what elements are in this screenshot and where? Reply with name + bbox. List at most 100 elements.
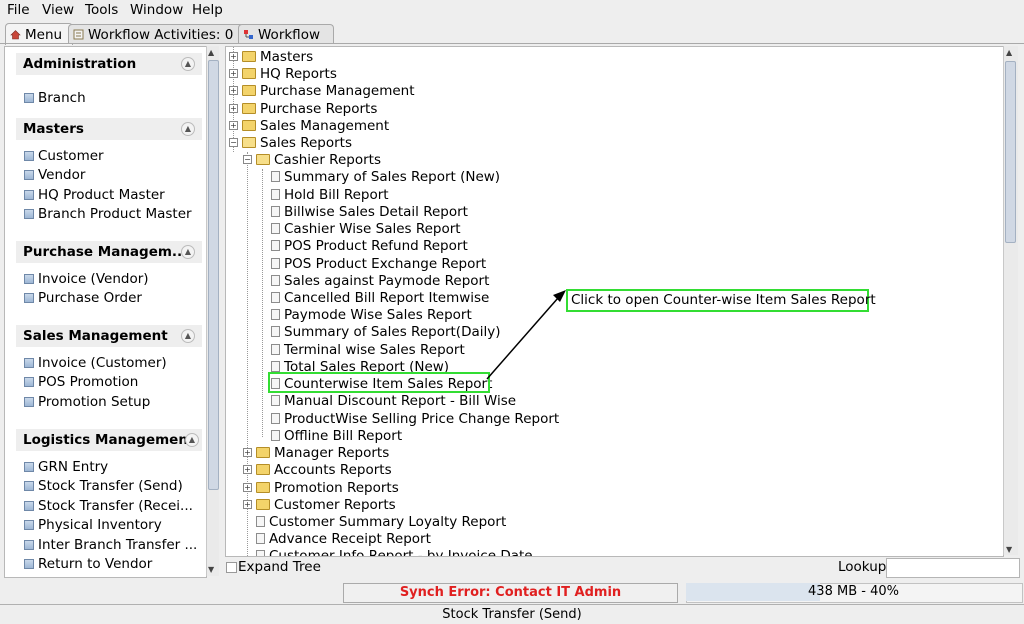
scroll-up-arrow-icon[interactable]: ▲ (208, 48, 214, 57)
expand-icon[interactable]: + (243, 448, 252, 457)
sidebar-scrollbar-thumb[interactable] (208, 60, 219, 490)
folder-icon (242, 103, 256, 114)
sidebar-item-label: Invoice (Customer) (38, 355, 167, 371)
expand-icon[interactable]: + (229, 121, 238, 130)
sidebar-item-purchase-order[interactable]: Purchase Order (24, 290, 142, 306)
menu-help[interactable]: Help (192, 2, 223, 18)
sidebar-item-physical-inventory[interactable]: Physical Inventory (24, 517, 162, 533)
tree-item-hold-bill-report[interactable]: Hold Bill Report (271, 186, 389, 203)
document-icon (24, 481, 34, 491)
sidebar-group-header[interactable]: Masters ▲ (16, 118, 202, 140)
tab-divider (0, 43, 1024, 44)
tree-item-billwise-sales-detail-report[interactable]: Billwise Sales Detail Report (271, 203, 468, 220)
tree-label: Hold Bill Report (284, 186, 389, 203)
collapse-icon[interactable]: ▲ (181, 122, 195, 136)
sidebar-item-branch-product-master[interactable]: Branch Product Master (24, 206, 192, 222)
tab-workflow-activities[interactable]: Workflow Activities: 0 (68, 24, 244, 44)
tree-folder-accounts-reports[interactable]: + Accounts Reports (243, 461, 392, 478)
tree-label: Manual Discount Report - Bill Wise (284, 392, 517, 409)
tree-item-summary-of-sales-report-daily[interactable]: Summary of Sales Report(Daily) (271, 323, 501, 340)
menu-window[interactable]: Window (130, 2, 183, 18)
sidebar-item-hq-product-master[interactable]: HQ Product Master (24, 187, 165, 203)
sidebar-item-grn-entry[interactable]: GRN Entry (24, 459, 108, 475)
sidebar-item-return-to-vendor[interactable]: Return to Vendor (24, 556, 152, 572)
scroll-down-arrow-icon[interactable]: ▼ (1006, 545, 1012, 554)
sidebar-item-invoice-customer[interactable]: Invoice (Customer) (24, 355, 167, 371)
tree-item-summary-of-sales-report-new[interactable]: Summary of Sales Report (New) (271, 168, 500, 185)
sidebar-group-header[interactable]: Sales Management ▲ (16, 325, 202, 347)
scroll-up-arrow-icon[interactable]: ▲ (1006, 48, 1012, 57)
open-folder-icon (242, 137, 256, 148)
document-icon (24, 93, 34, 103)
tree-folder-hq-reports[interactable]: + HQ Reports (229, 65, 337, 82)
folder-icon (242, 68, 256, 79)
list-icon (73, 29, 84, 40)
tree-item-customer-info-report-by-invoice-date[interactable]: Customer Info Report - by Invoice Date (256, 547, 533, 556)
scroll-down-arrow-icon[interactable]: ▼ (208, 565, 214, 574)
tree-folder-cashier-reports[interactable]: − Cashier Reports (243, 151, 381, 168)
tree-item-productwise-selling-price-change-report[interactable]: ProductWise Selling Price Change Report (271, 410, 559, 427)
sidebar-item-customer[interactable]: Customer (24, 148, 104, 164)
sidebar-group-header[interactable]: Purchase Managem... ▲ (16, 241, 202, 263)
tree-scrollbar-thumb[interactable] (1005, 61, 1016, 243)
menu-tools[interactable]: Tools (85, 2, 118, 18)
menu-file[interactable]: File (7, 2, 30, 18)
sidebar-item-inter-branch-transfer[interactable]: Inter Branch Transfer ... (24, 537, 197, 553)
sidebar-item-stock-transfer-send[interactable]: Stock Transfer (Send) (24, 478, 183, 494)
tree-item-advance-receipt-report[interactable]: Advance Receipt Report (256, 530, 431, 547)
tree-item-offline-bill-report[interactable]: Offline Bill Report (271, 427, 402, 444)
tree-folder-manager-reports[interactable]: + Manager Reports (243, 444, 389, 461)
expand-icon[interactable]: + (229, 86, 238, 95)
tree-item-cashier-wise-sales-report[interactable]: Cashier Wise Sales Report (271, 220, 461, 237)
menu-view[interactable]: View (42, 2, 74, 18)
document-icon (24, 274, 34, 284)
collapse-tree-icon[interactable]: − (243, 155, 252, 164)
lookup-input[interactable] (886, 558, 1020, 578)
tree-folder-sales-reports[interactable]: − Sales Reports (229, 134, 352, 151)
tree-item-pos-product-refund-report[interactable]: POS Product Refund Report (271, 237, 468, 254)
sidebar-group-header[interactable]: Administration ▲ (16, 53, 202, 75)
collapse-icon[interactable]: ▲ (181, 329, 195, 343)
memory-usage-text: 438 MB - 40% (808, 584, 899, 599)
sidebar-item-vendor[interactable]: Vendor (24, 167, 85, 183)
expand-icon[interactable]: + (229, 69, 238, 78)
report-icon (271, 326, 280, 337)
sidebar-group-header[interactable]: Logistics Management ▲ (16, 429, 202, 451)
tree-folder-promotion-reports[interactable]: + Promotion Reports (243, 479, 399, 496)
collapse-tree-icon[interactable]: − (229, 138, 238, 147)
tree-item-paymode-wise-sales-report[interactable]: Paymode Wise Sales Report (271, 306, 472, 323)
collapse-icon[interactable]: ▲ (185, 433, 199, 447)
expand-tree-checkbox[interactable] (226, 562, 237, 573)
tree-folder-customer-reports[interactable]: + Customer Reports (243, 496, 396, 513)
tree-item-terminal-wise-sales-report[interactable]: Terminal wise Sales Report (271, 341, 465, 358)
tree-folder-masters[interactable]: + Masters (229, 48, 313, 65)
tree-item-customer-summary-loyalty-report[interactable]: Customer Summary Loyalty Report (256, 513, 506, 530)
tab-workflow[interactable]: Workflow (238, 24, 334, 44)
report-icon (271, 240, 280, 251)
expand-icon[interactable]: + (243, 500, 252, 509)
tree-folder-purchase-reports[interactable]: + Purchase Reports (229, 100, 377, 117)
collapse-icon[interactable]: ▲ (181, 245, 195, 259)
document-icon (24, 501, 34, 511)
expand-icon[interactable]: + (243, 465, 252, 474)
sidebar-item-invoice-vendor[interactable]: Invoice (Vendor) (24, 271, 149, 287)
tree-label: Summary of Sales Report(Daily) (284, 323, 501, 340)
sidebar-item-branch[interactable]: Branch (24, 90, 86, 106)
expand-icon[interactable]: + (229, 52, 238, 61)
tree-item-manual-discount-report-bill-wise[interactable]: Manual Discount Report - Bill Wise (271, 392, 516, 409)
tree-item-sales-against-paymode-report[interactable]: Sales against Paymode Report (271, 272, 489, 289)
sidebar-item-pos-promotion[interactable]: POS Promotion (24, 374, 138, 390)
tree-folder-purchase-management[interactable]: + Purchase Management (229, 82, 415, 99)
sidebar-item-stock-transfer-receive[interactable]: Stock Transfer (Recei... (24, 498, 193, 514)
sidebar-item-promotion-setup[interactable]: Promotion Setup (24, 394, 150, 410)
sidebar-item-label: Return to Vendor (38, 556, 153, 572)
tree-item-pos-product-exchange-report[interactable]: POS Product Exchange Report (271, 255, 486, 272)
expand-icon[interactable]: + (229, 104, 238, 113)
expand-icon[interactable]: + (243, 483, 252, 492)
tab-menu[interactable]: Menu (5, 23, 73, 45)
report-icon (271, 361, 280, 372)
open-folder-icon (256, 154, 270, 165)
tree-folder-sales-management[interactable]: + Sales Management (229, 117, 389, 134)
tree-item-cancelled-bill-report-itemwise[interactable]: Cancelled Bill Report Itemwise (271, 289, 489, 306)
collapse-icon[interactable]: ▲ (181, 57, 195, 71)
